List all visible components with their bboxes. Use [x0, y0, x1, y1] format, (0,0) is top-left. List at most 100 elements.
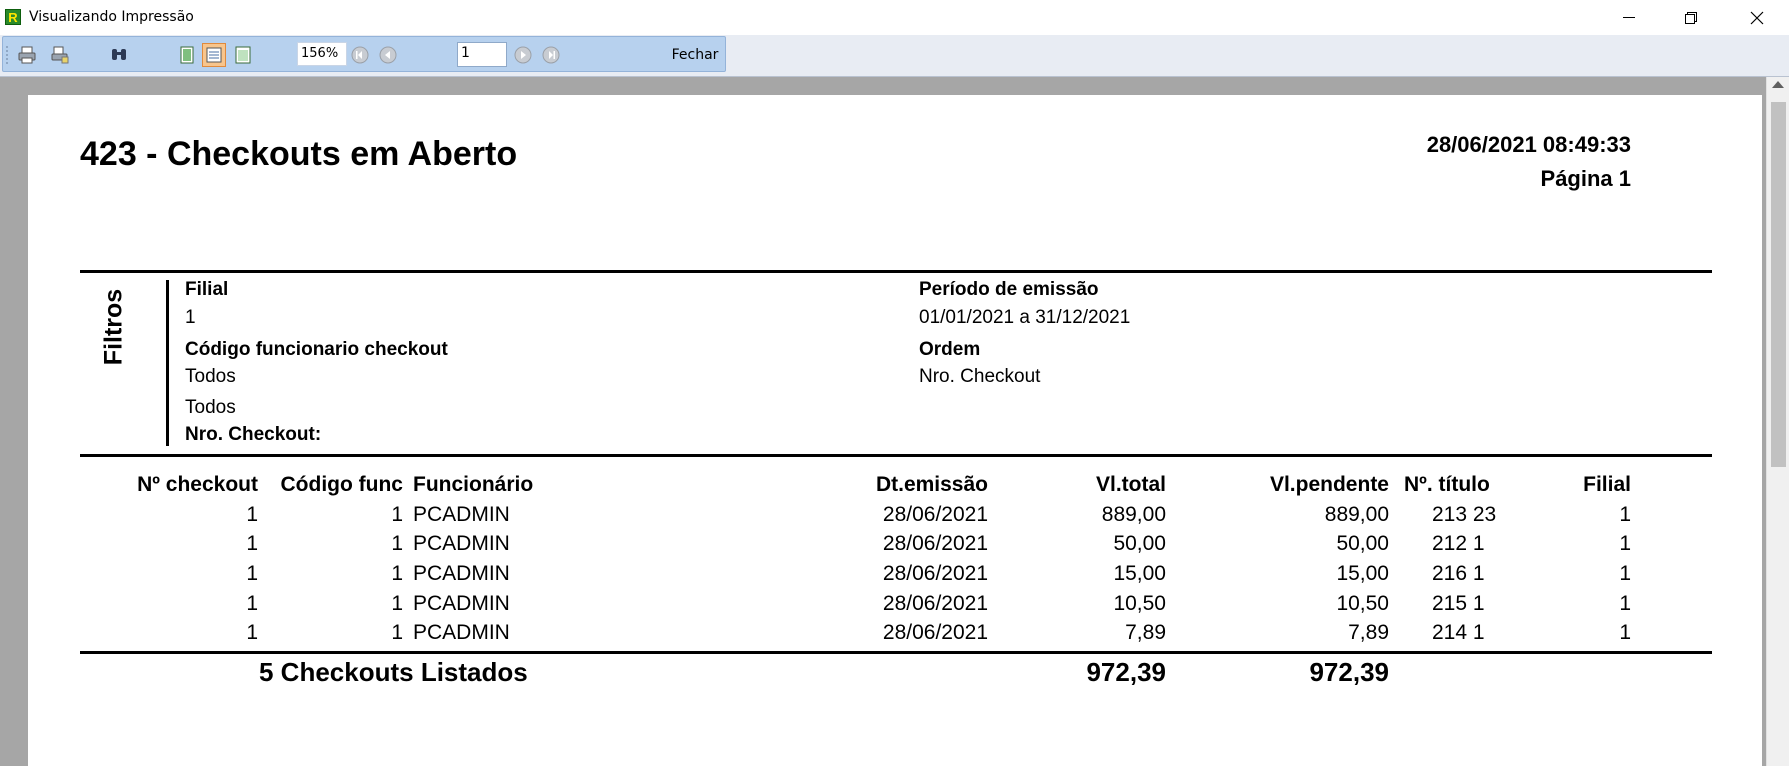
- cell-dt-emissao: 28/06/2021: [882, 532, 988, 555]
- column-header: Vl.pendente: [1269, 473, 1389, 496]
- cell-codigo-func: 1: [391, 562, 403, 585]
- cell-filial: 1: [1619, 592, 1631, 615]
- cell-vl-total: 10,50: [1113, 592, 1166, 615]
- table-row: 1 1 PCADMIN 28/06/2021 15,00 15,00 216 1…: [28, 562, 1762, 590]
- next-page-icon: [514, 46, 532, 64]
- last-page-button[interactable]: [539, 43, 563, 67]
- column-header: Vl.total: [1095, 473, 1166, 496]
- table-row: 1 1 PCADMIN 28/06/2021 889,00 889,00 213…: [28, 503, 1762, 531]
- filters-label: Filtros: [99, 288, 128, 366]
- single-page-button[interactable]: [175, 43, 199, 67]
- cell-vl-total: 7,89: [1125, 621, 1166, 644]
- first-page-button[interactable]: [348, 43, 372, 67]
- single-page-icon: [180, 46, 194, 64]
- cell-funcionario: PCADMIN: [413, 503, 510, 526]
- filters-vertical-rule: [166, 280, 169, 446]
- scroll-thumb[interactable]: [1771, 102, 1786, 467]
- two-pages-button[interactable]: [231, 43, 255, 67]
- cell-codigo-func: 1: [391, 621, 403, 644]
- filter-codigo-value: Todos: [185, 366, 236, 387]
- column-header: Dt.emissão: [875, 473, 988, 496]
- maximize-button[interactable]: [1662, 0, 1719, 35]
- next-page-button[interactable]: [511, 43, 535, 67]
- cell-vl-total: 889,00: [1101, 503, 1166, 526]
- print-setup-button[interactable]: [48, 43, 72, 67]
- column-header: Nº. título: [1404, 473, 1490, 496]
- cell-vl-pendente: 15,00: [1336, 562, 1389, 585]
- filters-top-rule: [80, 270, 1712, 273]
- close-icon: [1750, 11, 1763, 24]
- cell-filial: 1: [1619, 532, 1631, 555]
- cell-checkout: 1: [246, 503, 258, 526]
- filters-bottom-rule: [80, 454, 1712, 457]
- maximize-icon: [1684, 11, 1697, 24]
- total-vl-total: 972,39: [1086, 657, 1166, 687]
- minimize-icon: [1622, 16, 1635, 18]
- cell-vl-pendente: 50,00: [1336, 532, 1389, 555]
- cell-filial: 1: [1619, 503, 1631, 526]
- cell-funcionario: PCADMIN: [413, 621, 510, 644]
- cell-codigo-func: 1: [391, 532, 403, 555]
- cell-checkout: 1: [246, 562, 258, 585]
- filter-nro-checkout-label: Nro. Checkout:: [185, 424, 322, 445]
- last-page-icon: [542, 46, 560, 64]
- page-number-input[interactable]: 1: [457, 42, 507, 67]
- cell-dt-emissao: 28/06/2021: [882, 621, 988, 644]
- report-datetime: 28/06/2021 08:49:33: [1426, 132, 1631, 157]
- cell-vl-pendente: 889,00: [1324, 503, 1389, 526]
- cell-dt-emissao: 28/06/2021: [882, 562, 988, 585]
- close-preview-button[interactable]: Fechar: [663, 42, 727, 68]
- table-row: 1 1 PCADMIN 28/06/2021 50,00 50,00 212 1…: [28, 532, 1762, 560]
- filter-codigo-label: Código funcionario checkout: [185, 339, 448, 360]
- scroll-up-icon[interactable]: [1772, 81, 1784, 88]
- cell-dt-emissao: 28/06/2021: [882, 592, 988, 615]
- cell-funcionario: PCADMIN: [413, 592, 510, 615]
- cell-titulo: 216 1: [1432, 562, 1485, 585]
- filter-codigo-value-2: Todos: [185, 397, 236, 418]
- print-setup-icon: [51, 46, 69, 64]
- cell-checkout: 1: [246, 532, 258, 555]
- filter-ordem-value: Nro. Checkout: [919, 366, 1041, 387]
- zoom-field[interactable]: 156%: [297, 42, 347, 66]
- cell-checkout: 1: [246, 592, 258, 615]
- toolbar: 156% 1 Fechar: [0, 35, 1789, 77]
- totals-rule: [80, 651, 1712, 654]
- print-button[interactable]: [15, 43, 39, 67]
- filter-ordem-label: Ordem: [919, 339, 981, 360]
- toolbar-grip[interactable]: [6, 45, 8, 65]
- column-header: Filial: [1583, 473, 1631, 496]
- column-header: Código func: [280, 473, 403, 496]
- cell-vl-total: 15,00: [1113, 562, 1166, 585]
- cell-dt-emissao: 28/06/2021: [882, 503, 988, 526]
- title-bar: R Visualizando Impressão: [0, 0, 1789, 36]
- vertical-scrollbar[interactable]: [1766, 77, 1789, 766]
- total-vl-pendente: 972,39: [1309, 657, 1389, 687]
- table-row: 1 1 PCADMIN 28/06/2021 7,89 7,89 214 1 1: [28, 621, 1762, 649]
- page-width-icon: [206, 47, 222, 63]
- cell-checkout: 1: [246, 621, 258, 644]
- report-title: 423 - Checkouts em Aberto: [80, 135, 518, 173]
- filter-periodo-label: Período de emissão: [919, 279, 1099, 300]
- window-title: Visualizando Impressão: [29, 9, 194, 25]
- previous-page-icon: [379, 46, 397, 64]
- cell-filial: 1: [1619, 621, 1631, 644]
- cell-funcionario: PCADMIN: [413, 532, 510, 555]
- first-page-icon: [351, 46, 369, 64]
- preview-toolstrip: 156% 1 Fechar: [2, 36, 726, 72]
- report-page: 423 - Checkouts em Aberto 28/06/2021 08:…: [28, 95, 1762, 766]
- cell-titulo: 214 1: [1432, 621, 1485, 644]
- cell-codigo-func: 1: [391, 592, 403, 615]
- column-header: Nº checkout: [137, 473, 258, 496]
- previous-page-button[interactable]: [376, 43, 400, 67]
- close-button[interactable]: [1728, 0, 1785, 35]
- cell-vl-total: 50,00: [1113, 532, 1166, 555]
- find-icon: [112, 49, 126, 60]
- find-button[interactable]: [107, 43, 131, 67]
- report-page-number: Página 1: [1540, 166, 1631, 191]
- page-width-button[interactable]: [202, 43, 226, 67]
- app-icon: R: [5, 9, 21, 25]
- minimize-button[interactable]: [1600, 0, 1657, 35]
- filter-filial-value: 1: [185, 307, 196, 328]
- table-row: 1 1 PCADMIN 28/06/2021 10,50 10,50 215 1…: [28, 592, 1762, 620]
- cell-titulo: 215 1: [1432, 592, 1485, 615]
